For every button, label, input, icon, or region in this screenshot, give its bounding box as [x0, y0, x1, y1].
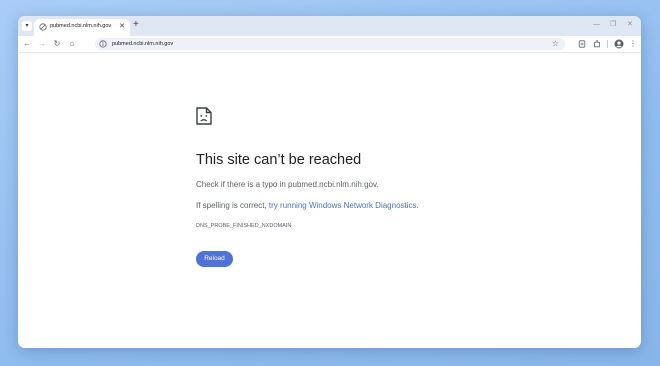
address-bar[interactable]: pubmed.ncbi.nlm.nih.gov ☆: [95, 38, 565, 50]
close-window-button[interactable]: ✕: [627, 20, 633, 30]
reload-button[interactable]: Reload: [196, 251, 233, 267]
profile-avatar-icon[interactable]: [614, 39, 624, 49]
globe-icon: [39, 23, 47, 31]
spelling-suffix: .: [416, 201, 419, 210]
back-button[interactable]: ←: [21, 38, 33, 50]
tab-title: pubmed.ncbi.nlm.nih.gov: [50, 23, 112, 29]
home-button[interactable]: ⌂: [66, 38, 78, 50]
info-icon[interactable]: [99, 40, 107, 48]
reading-list-icon[interactable]: [578, 40, 586, 48]
spelling-prefix: If spelling is correct,: [196, 201, 269, 210]
error-code: DNS_PROBE_FINISHED_NXDOMAIN: [196, 223, 292, 229]
page-content: This site can’t be reached Check if ther…: [18, 53, 641, 348]
error-title: This site can’t be reached: [196, 152, 362, 168]
more-menu-icon[interactable]: ⋮: [627, 38, 639, 50]
minimize-button[interactable]: —: [593, 20, 600, 30]
tab-close-icon[interactable]: ✕: [119, 22, 125, 31]
browser-toolbar: ← → ↻ ⌂ pubmed.ncbi.nlm.nih.gov ☆ ⋮: [18, 36, 641, 53]
active-tab[interactable]: pubmed.ncbi.nlm.nih.gov ✕: [34, 19, 130, 36]
toolbar-divider: [607, 40, 608, 48]
new-tab-button[interactable]: +: [133, 19, 139, 31]
bookmark-star-icon[interactable]: ☆: [552, 39, 559, 49]
refresh-button[interactable]: ↻: [51, 38, 63, 50]
sad-page-icon: [196, 107, 212, 125]
typo-message: Check if there is a typo in pubmed.ncbi.…: [196, 180, 379, 189]
maximize-button[interactable]: ❐: [610, 20, 616, 30]
browser-window: ▾ pubmed.ncbi.nlm.nih.gov ✕ + — ❐ ✕ ← → …: [18, 16, 641, 348]
tab-strip: ▾ pubmed.ncbi.nlm.nih.gov ✕ + — ❐ ✕: [18, 16, 641, 36]
spelling-message: If spelling is correct, try running Wind…: [196, 201, 419, 210]
address-text[interactable]: pubmed.ncbi.nlm.nih.gov: [112, 40, 173, 48]
forward-button[interactable]: →: [36, 38, 48, 50]
diagnostics-link[interactable]: try running Windows Network Diagnostics: [269, 201, 417, 210]
extensions-icon[interactable]: [593, 40, 601, 48]
tab-search-button[interactable]: ▾: [22, 21, 32, 31]
